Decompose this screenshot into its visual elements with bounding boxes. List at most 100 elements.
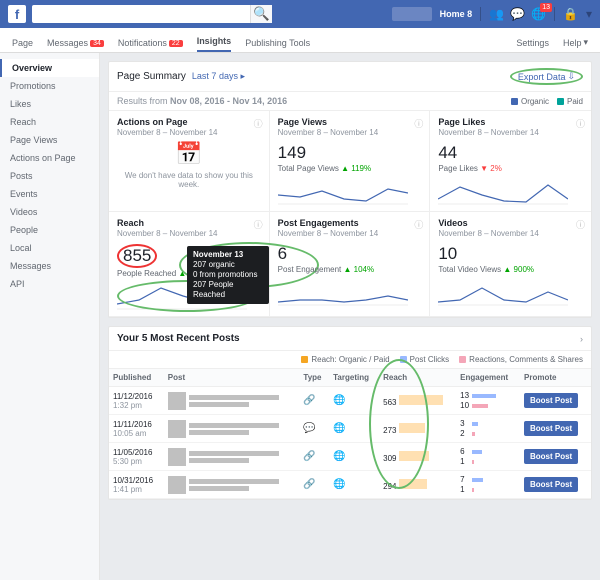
- table-row[interactable]: 10/31/20161:41 pm 🔗 🌐 294 7 1 Boost Post: [109, 471, 591, 499]
- sidebar-item-actions-on-page[interactable]: Actions on Page: [0, 149, 99, 167]
- tab-help[interactable]: Help ▾: [563, 37, 588, 52]
- globe-icon: 🌐: [333, 479, 345, 490]
- table-row[interactable]: 11/11/201610:05 am 💬 🌐 273 3 2 Boost Pos…: [109, 415, 591, 443]
- sidebar-item-posts[interactable]: Posts: [0, 167, 99, 185]
- info-icon[interactable]: ⓘ: [254, 117, 263, 130]
- chevron-right-icon[interactable]: ›: [580, 334, 583, 344]
- page-summary-panel: Page Summary Last 7 days ▸ Export Data ⇩…: [108, 61, 592, 318]
- card-page-likes[interactable]: Page Likes November 8 – November 14 ⓘ44 …: [430, 111, 591, 212]
- card-actions-on-page[interactable]: Actions on Page November 8 – November 14…: [109, 111, 270, 212]
- boost-post-button[interactable]: Boost Post: [524, 393, 578, 408]
- cell-reach: 294: [379, 471, 456, 499]
- sparkline: [278, 278, 422, 306]
- card-value: 6: [278, 244, 422, 264]
- friend-requests-icon[interactable]: 👥: [489, 7, 504, 21]
- table-row[interactable]: 11/12/20161:32 pm 🔗 🌐 563 13 10 Boost Po…: [109, 387, 591, 415]
- sidebar-item-promotions[interactable]: Promotions: [0, 77, 99, 95]
- boost-post-button[interactable]: Boost Post: [524, 477, 578, 492]
- sidebar-item-likes[interactable]: Likes: [0, 95, 99, 113]
- cell-type: 🔗: [299, 387, 329, 415]
- col-post[interactable]: Post: [164, 369, 300, 387]
- card-title: Page Views: [278, 117, 422, 127]
- page-avatar[interactable]: [392, 7, 432, 21]
- globe-icon: 🌐: [333, 395, 345, 406]
- search-wrap: 🔍: [32, 5, 272, 23]
- cell-promote: Boost Post: [520, 387, 591, 415]
- cell-engagement: 6 1: [456, 443, 520, 471]
- recent-posts-panel: Your 5 Most Recent Posts › Reach: Organi…: [108, 326, 592, 500]
- info-icon[interactable]: ⓘ: [576, 117, 585, 130]
- sidebar-item-reach[interactable]: Reach: [0, 113, 99, 131]
- card-videos[interactable]: Videos November 8 – November 14 ⓘ10 Tota…: [430, 212, 591, 317]
- col-promote[interactable]: Promote: [520, 369, 591, 387]
- cell-type: 🔗: [299, 471, 329, 499]
- sidebar-item-api[interactable]: API: [0, 275, 99, 293]
- lock-icon[interactable]: 🔒: [563, 7, 578, 21]
- card-metric: Total Page Views ▲ 119%: [278, 164, 422, 173]
- search-button[interactable]: 🔍: [250, 5, 272, 23]
- cell-promote: Boost Post: [520, 443, 591, 471]
- cell-post[interactable]: [164, 443, 300, 471]
- sidebar-item-messages[interactable]: Messages: [0, 257, 99, 275]
- results-range: Results from Nov 08, 2016 - Nov 14, 2016: [117, 96, 287, 106]
- card-page-views[interactable]: Page Views November 8 – November 14 ⓘ149…: [270, 111, 431, 212]
- cell-post[interactable]: [164, 415, 300, 443]
- tab-notifications[interactable]: Notifications22: [118, 38, 183, 52]
- facebook-logo-icon[interactable]: f: [8, 5, 26, 23]
- card-metric: Page Likes ▼ 2%: [438, 164, 583, 173]
- card-value: 10: [438, 244, 583, 264]
- card-post-engagements[interactable]: Post Engagements November 8 – November 1…: [270, 212, 431, 317]
- col-reach[interactable]: Reach: [379, 369, 456, 387]
- col-engagement[interactable]: Engagement: [456, 369, 520, 387]
- card-title: Reach: [117, 218, 261, 228]
- notifications-icon[interactable]: 🌐13: [531, 7, 546, 21]
- comment-icon: 💬: [303, 423, 315, 434]
- sidebar-item-page-views[interactable]: Page Views: [0, 131, 99, 149]
- tab-publishing[interactable]: Publishing Tools: [245, 38, 310, 52]
- link-icon: 🔗: [303, 479, 315, 490]
- tab-settings[interactable]: Settings: [516, 37, 549, 52]
- globe-icon: 🌐: [333, 451, 345, 462]
- recent-posts-title: Your 5 Most Recent Posts: [117, 333, 240, 344]
- tab-insights[interactable]: Insights: [197, 36, 232, 52]
- cell-engagement: 7 1: [456, 471, 520, 499]
- cell-targeting: 🌐: [329, 443, 379, 471]
- sidebar-item-events[interactable]: Events: [0, 185, 99, 203]
- sidebar-item-videos[interactable]: Videos: [0, 203, 99, 221]
- cell-targeting: 🌐: [329, 387, 379, 415]
- card-reach[interactable]: Reach November 8 – November 14 ⓘ855 Peop…: [109, 212, 270, 317]
- info-icon[interactable]: ⓘ: [254, 218, 263, 231]
- boost-post-button[interactable]: Boost Post: [524, 421, 578, 436]
- sidebar-item-people[interactable]: People: [0, 221, 99, 239]
- tab-messages[interactable]: Messages34: [47, 38, 104, 52]
- cell-reach: 563: [379, 387, 456, 415]
- sidebar-item-local[interactable]: Local: [0, 239, 99, 257]
- globe-icon: 🌐: [333, 423, 345, 434]
- col-published[interactable]: Published: [109, 369, 164, 387]
- tab-page[interactable]: Page: [12, 38, 33, 52]
- boost-post-button[interactable]: Boost Post: [524, 449, 578, 464]
- sidebar-item-overview[interactable]: Overview: [0, 59, 99, 77]
- card-title: Actions on Page: [117, 117, 261, 127]
- period-selector[interactable]: Last 7 days ▸: [192, 71, 245, 82]
- cell-published: 11/05/20165:30 pm: [109, 443, 164, 471]
- card-value: 44: [438, 143, 583, 163]
- cell-engagement: 13 10: [456, 387, 520, 415]
- cell-post[interactable]: [164, 387, 300, 415]
- col-targeting[interactable]: Targeting: [329, 369, 379, 387]
- info-icon[interactable]: ⓘ: [414, 117, 423, 130]
- search-input[interactable]: [32, 9, 250, 19]
- home-link[interactable]: Home 8: [440, 9, 473, 19]
- table-row[interactable]: 11/05/20165:30 pm 🔗 🌐 309 6 1 Boost Post: [109, 443, 591, 471]
- info-icon[interactable]: ⓘ: [414, 218, 423, 231]
- card-metric: Post Engagement ▲ 104%: [278, 265, 422, 274]
- cell-published: 11/11/201610:05 am: [109, 415, 164, 443]
- card-subtitle: November 8 – November 14: [278, 128, 422, 137]
- cell-post[interactable]: [164, 471, 300, 499]
- caret-down-icon[interactable]: ▾: [586, 7, 592, 21]
- export-data-link[interactable]: Export Data ⇩: [510, 68, 583, 85]
- messages-icon[interactable]: 💬: [510, 7, 525, 21]
- reach-tooltip: November 13207 organic0 from promotions2…: [187, 246, 269, 304]
- info-icon[interactable]: ⓘ: [576, 218, 585, 231]
- col-type[interactable]: Type: [299, 369, 329, 387]
